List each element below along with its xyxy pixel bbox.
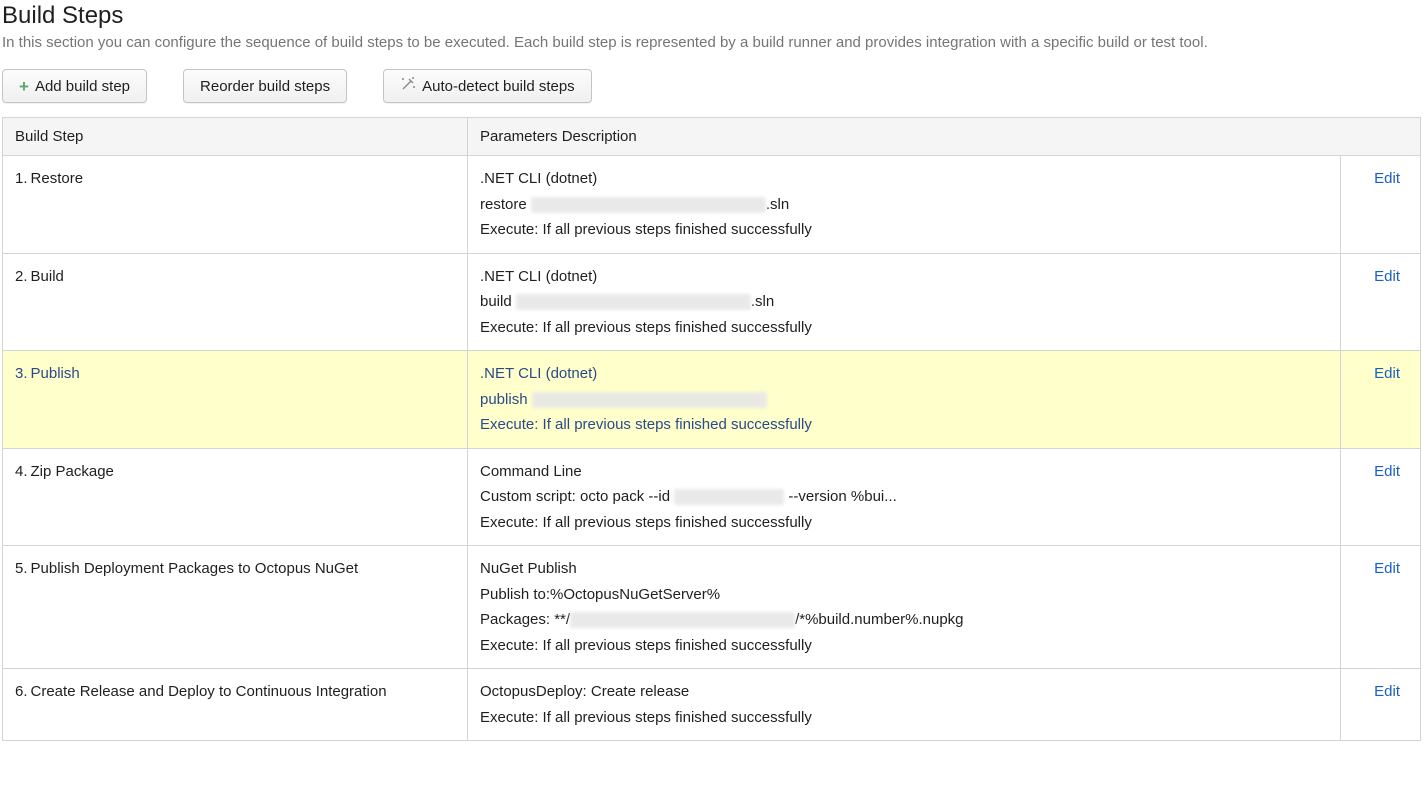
step-params-cell: .NET CLI (dotnet)restore .slnExecute: If… — [468, 156, 1341, 254]
plus-icon: + — [19, 78, 29, 95]
step-params-cell: .NET CLI (dotnet)publish Execute: If all… — [468, 351, 1341, 449]
reorder-build-steps-label: Reorder build steps — [200, 78, 330, 95]
step-title: Publish — [31, 361, 455, 387]
step-index: 6. — [15, 679, 28, 705]
step-index: 5. — [15, 556, 28, 582]
edit-link[interactable]: Edit — [1374, 365, 1400, 382]
step-index: 3. — [15, 361, 28, 387]
step-edit-cell: Edit — [1341, 156, 1421, 254]
col-header-params: Parameters Description — [468, 118, 1421, 156]
edit-link[interactable]: Edit — [1374, 268, 1400, 285]
step-params-cell: Command LineCustom script: octo pack --i… — [468, 448, 1341, 546]
edit-link[interactable]: Edit — [1374, 463, 1400, 480]
table-row: 1.Restore.NET CLI (dotnet)restore .slnEx… — [3, 156, 1421, 254]
step-edit-cell: Edit — [1341, 253, 1421, 351]
step-name-cell: 5.Publish Deployment Packages to Octopus… — [3, 546, 468, 669]
wand-icon — [400, 76, 416, 96]
step-index: 4. — [15, 459, 28, 485]
step-edit-cell: Edit — [1341, 669, 1421, 741]
table-row: 6.Create Release and Deploy to Continuou… — [3, 669, 1421, 741]
page-description: In this section you can configure the se… — [2, 34, 1421, 51]
step-index: 1. — [15, 166, 28, 192]
edit-link[interactable]: Edit — [1374, 560, 1400, 577]
toolbar: + Add build step Reorder build steps Aut… — [2, 69, 1421, 103]
build-steps-table: Build Step Parameters Description 1.Rest… — [2, 117, 1421, 741]
step-title: Zip Package — [31, 459, 455, 485]
step-edit-cell: Edit — [1341, 546, 1421, 669]
step-name-cell: 4.Zip Package — [3, 448, 468, 546]
step-title: Create Release and Deploy to Continuous … — [31, 679, 455, 705]
step-title: Restore — [31, 166, 455, 192]
step-index: 2. — [15, 264, 28, 290]
col-header-build-step: Build Step — [3, 118, 468, 156]
step-title: Publish Deployment Packages to Octopus N… — [31, 556, 455, 582]
table-row: 5.Publish Deployment Packages to Octopus… — [3, 546, 1421, 669]
step-title: Build — [31, 264, 455, 290]
step-name-cell: 2.Build — [3, 253, 468, 351]
edit-link[interactable]: Edit — [1374, 170, 1400, 187]
table-row: 4.Zip PackageCommand LineCustom script: … — [3, 448, 1421, 546]
table-row: 3.Publish.NET CLI (dotnet)publish Execut… — [3, 351, 1421, 449]
step-params-cell: NuGet PublishPublish to:%OctopusNuGetSer… — [468, 546, 1341, 669]
add-build-step-label: Add build step — [35, 78, 130, 95]
edit-link[interactable]: Edit — [1374, 683, 1400, 700]
step-params-cell: OctopusDeploy: Create releaseExecute: If… — [468, 669, 1341, 741]
step-edit-cell: Edit — [1341, 448, 1421, 546]
page-title: Build Steps — [2, 2, 1421, 30]
reorder-build-steps-button[interactable]: Reorder build steps — [183, 69, 347, 103]
table-row: 2.Build.NET CLI (dotnet)build .slnExecut… — [3, 253, 1421, 351]
autodetect-build-steps-label: Auto-detect build steps — [422, 78, 575, 95]
step-name-cell: 6.Create Release and Deploy to Continuou… — [3, 669, 468, 741]
step-params-cell: .NET CLI (dotnet)build .slnExecute: If a… — [468, 253, 1341, 351]
step-name-cell: 1.Restore — [3, 156, 468, 254]
step-edit-cell: Edit — [1341, 351, 1421, 449]
add-build-step-button[interactable]: + Add build step — [2, 69, 147, 103]
step-name-cell: 3.Publish — [3, 351, 468, 449]
autodetect-build-steps-button[interactable]: Auto-detect build steps — [383, 69, 592, 103]
